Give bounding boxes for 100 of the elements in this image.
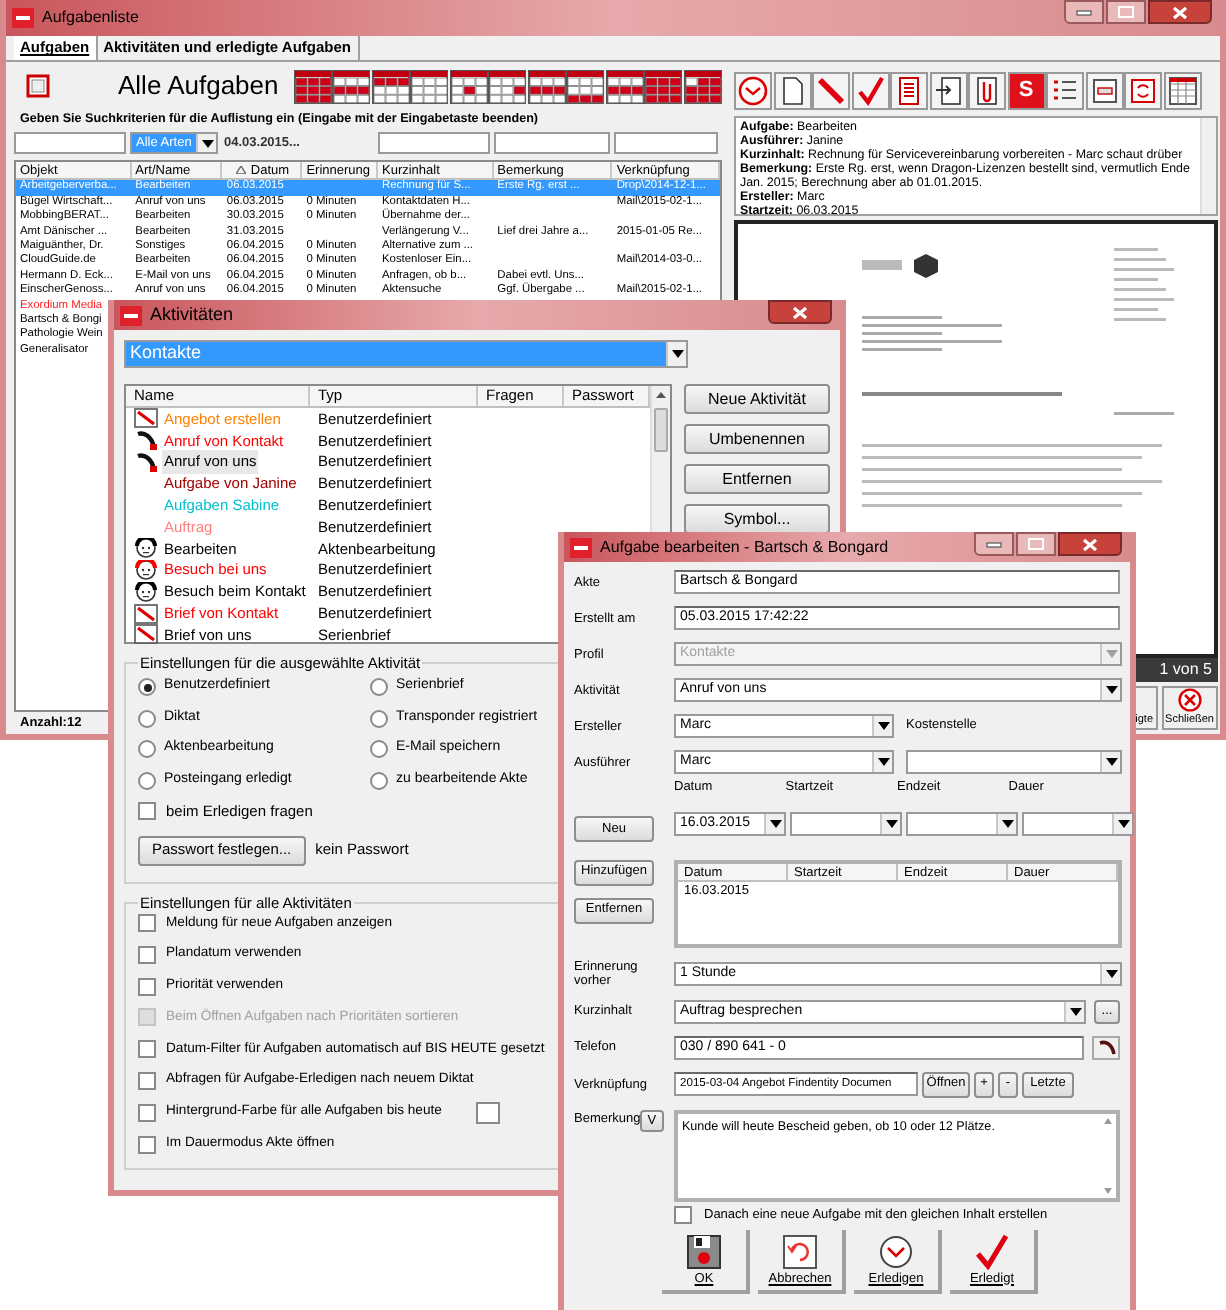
minimize-icon [986, 541, 1002, 547]
caret-icon [1001, 819, 1013, 828]
caret-icon [201, 139, 213, 148]
dropdown[interactable] [790, 811, 902, 836]
list-icon[interactable] [1046, 71, 1084, 109]
maximize-icon [1028, 538, 1044, 550]
caret-icon [885, 819, 897, 828]
document-list-icon[interactable] [890, 71, 928, 109]
maximize-button[interactable] [1016, 532, 1056, 556]
clock-icon [878, 1233, 914, 1269]
form-icon[interactable] [1085, 71, 1123, 109]
maximize-button[interactable] [1106, 0, 1146, 24]
grid-view-icon[interactable] [410, 69, 448, 103]
close-button[interactable] [1058, 532, 1122, 556]
close-button[interactable] [1148, 0, 1212, 24]
dropdown[interactable] [1022, 811, 1134, 836]
color-swatch[interactable] [475, 1101, 500, 1124]
checkbox[interactable] [138, 1135, 156, 1154]
pencil-icon[interactable] [812, 71, 850, 109]
frame-icon[interactable] [26, 74, 50, 98]
grid-view-icon[interactable] [683, 69, 721, 103]
checkbox[interactable] [138, 1103, 156, 1122]
scroll-up-icon [656, 392, 666, 398]
caret-icon [877, 722, 889, 730]
input-field[interactable] [14, 132, 126, 155]
grid-view-icon[interactable] [371, 69, 409, 103]
scroll-up-icon [1104, 1117, 1112, 1124]
button[interactable]: Umbenennen [684, 424, 830, 454]
minimize-icon [1076, 9, 1092, 15]
grid-view-icon[interactable] [449, 69, 487, 103]
close-icon [1172, 5, 1188, 19]
close-button[interactable] [768, 300, 832, 324]
radio-button[interactable] [370, 771, 388, 789]
close-icon [1177, 687, 1202, 712]
window-title: Aufgabe bearbeiten - Bartsch & Bongard [600, 535, 889, 559]
caret-icon [1069, 1007, 1081, 1016]
input-field[interactable] [614, 132, 718, 155]
app-icon [120, 305, 142, 325]
table-icon[interactable] [1163, 71, 1201, 109]
input-field[interactable] [494, 132, 610, 155]
clock-icon[interactable] [734, 71, 772, 109]
radio-button[interactable] [370, 678, 388, 696]
toolbar-button[interactable]: S [1007, 71, 1045, 109]
checkbox[interactable] [138, 946, 156, 965]
window-title: Aufgabenliste [42, 6, 139, 30]
checkmark-icon [974, 1233, 1010, 1269]
grid-view-icon[interactable] [644, 69, 682, 103]
sort-icon [236, 166, 247, 175]
face-icon [134, 538, 158, 559]
radio-button[interactable] [138, 740, 156, 758]
close-icon [1082, 537, 1098, 551]
dropdown[interactable] [906, 811, 1018, 836]
call-button[interactable] [1092, 1035, 1120, 1060]
caret-icon [1117, 819, 1129, 828]
checkbox[interactable] [138, 802, 156, 821]
minimize-button[interactable] [1064, 0, 1104, 24]
button[interactable]: Entfernen [684, 464, 830, 494]
radio-button[interactable] [138, 771, 156, 789]
page-icon[interactable] [773, 71, 811, 109]
caret-icon [1105, 758, 1117, 766]
view-title: Alle Aufgaben [118, 68, 281, 105]
radio-button[interactable] [370, 740, 388, 758]
button[interactable]: Neue Aktivität [684, 384, 830, 414]
save-icon [686, 1233, 722, 1269]
caret-icon [671, 350, 683, 358]
app-icon [12, 8, 34, 28]
phone-handset-icon [134, 430, 158, 451]
undo-icon [782, 1233, 818, 1269]
caret-icon [1105, 686, 1117, 694]
scrollbar-thumb[interactable] [654, 408, 668, 452]
paperclip-icon[interactable] [968, 71, 1006, 109]
grid-view-icon[interactable] [566, 69, 604, 103]
minimize-button[interactable] [974, 532, 1014, 556]
letter-icon [134, 603, 158, 624]
scroll-down-icon [1104, 1187, 1112, 1194]
radio-button[interactable] [138, 709, 156, 727]
grid-view-icon[interactable] [332, 69, 370, 103]
checkbox[interactable] [138, 1071, 156, 1090]
phone-handset-icon [134, 452, 158, 472]
grid-view-icon[interactable] [488, 69, 526, 103]
checkbox[interactable] [138, 1040, 156, 1059]
refresh-icon[interactable] [1124, 71, 1162, 109]
grid-view-icon[interactable] [527, 69, 565, 103]
caret-icon [877, 758, 889, 766]
face-icon [134, 559, 158, 580]
checkbox[interactable] [138, 977, 156, 996]
checkmark-icon[interactable] [851, 71, 889, 109]
window-title: Aktivitäten [150, 301, 234, 328]
dropdown[interactable] [906, 750, 1122, 774]
checkbox[interactable] [674, 1206, 692, 1225]
maximize-icon [1118, 6, 1134, 18]
caret-icon [769, 819, 781, 828]
grid-view-icon[interactable] [605, 69, 643, 103]
radio-button[interactable] [370, 709, 388, 727]
radio-button[interactable] [138, 678, 156, 696]
button[interactable]: Symbol... [684, 504, 830, 534]
grid-view-icon[interactable] [293, 69, 331, 103]
phone-handset-icon [1097, 1039, 1116, 1056]
checkbox[interactable] [138, 914, 156, 933]
input-field[interactable] [378, 132, 490, 155]
